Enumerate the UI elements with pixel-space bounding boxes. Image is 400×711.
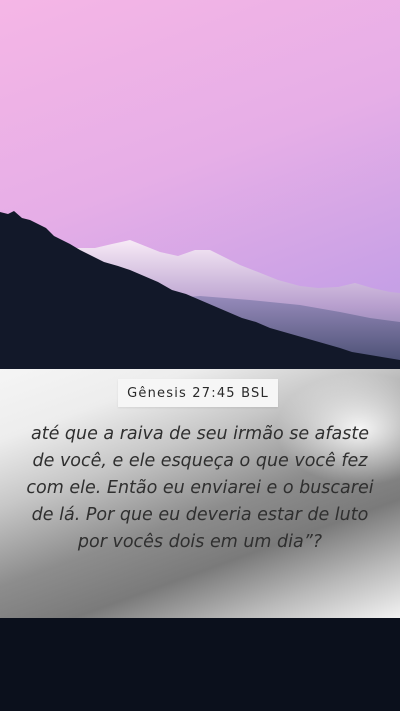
- verse-text: até que a raiva de seu irmão se afaste d…: [26, 424, 374, 552]
- verse-reference-badge: Gênesis 27:45 BSL: [118, 379, 278, 407]
- verse-reference: Gênesis 27:45 BSL: [127, 385, 269, 401]
- bottom-band: [0, 618, 400, 711]
- mountain-landscape: [0, 211, 400, 370]
- verse-card: Gênesis 27:45 BSL até que a raiva de seu…: [0, 369, 400, 618]
